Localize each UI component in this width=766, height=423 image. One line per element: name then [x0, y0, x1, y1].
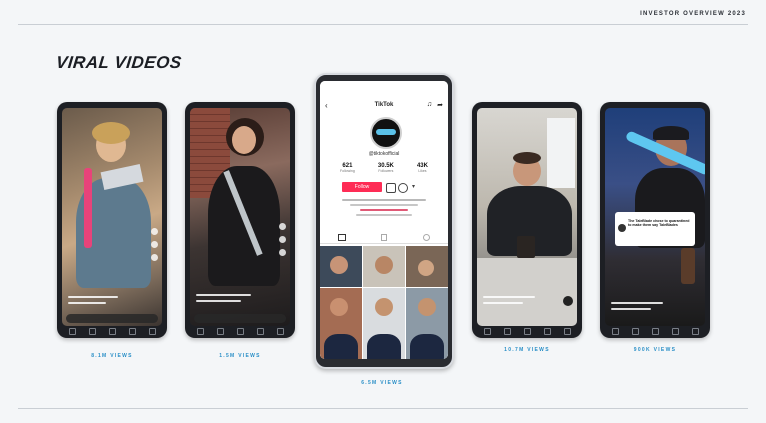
- caption-2: 1.5M VIEWS: [219, 353, 261, 359]
- comment-popup[interactable]: The TaleBlade chose to quarantined to ma…: [615, 212, 695, 246]
- heart-tab-icon[interactable]: [423, 233, 431, 241]
- slide: INVESTOR OVERVIEW 2023 VIRAL VIDEOS 8.1M…: [0, 0, 766, 423]
- lock-tab-icon[interactable]: [381, 233, 388, 241]
- caption-1: 8.1M VIEWS: [91, 353, 133, 359]
- side-actions: [279, 223, 287, 256]
- video-thumbnail-4: [477, 108, 577, 326]
- table: [477, 258, 577, 326]
- phone-video-1[interactable]: [57, 102, 167, 338]
- stat-label: Following: [340, 169, 355, 173]
- comment-bar: [66, 314, 158, 323]
- video-thumbnail-1: [62, 108, 162, 326]
- bottom-divider: [18, 408, 748, 409]
- nav-bar: [62, 327, 162, 336]
- caption-5: 900K VIEWS: [633, 347, 677, 353]
- avatar: [370, 117, 402, 149]
- grid-video[interactable]: [320, 288, 362, 359]
- caption-line: [483, 302, 523, 304]
- face: [232, 126, 256, 154]
- stat-likes[interactable]: 43K Likes: [417, 163, 428, 173]
- grid-video[interactable]: [320, 246, 362, 287]
- grid-video[interactable]: [363, 246, 405, 287]
- video-thumbnail-5: The TaleBlade chose to quarantined to ma…: [605, 108, 705, 326]
- bottle: [681, 248, 695, 284]
- profile-tabs: [320, 231, 448, 244]
- bio-line: [356, 214, 412, 216]
- bio-line: [360, 209, 408, 211]
- grid-video[interactable]: [406, 288, 448, 359]
- bell-icon[interactable]: ♫: [427, 101, 432, 108]
- caption-4: 10.7M VIEWS: [504, 347, 550, 353]
- caption-3: 6.5M VIEWS: [361, 380, 403, 386]
- profile-screen: ‹ TikTok ♫ ➦ @tiktokofficial 621 Followi…: [320, 81, 448, 359]
- caption-line: [196, 300, 241, 302]
- caption-line: [68, 302, 106, 304]
- stat-label: Followers: [378, 169, 394, 173]
- avatar-logo: [376, 129, 396, 135]
- stat-followers[interactable]: 30.5K Followers: [378, 163, 394, 173]
- video-grid: [320, 246, 448, 359]
- bio-line: [350, 204, 418, 206]
- hair: [513, 152, 541, 164]
- phone-video-2[interactable]: [185, 102, 295, 338]
- jar: [517, 236, 535, 258]
- follow-button[interactable]: Follow: [342, 182, 382, 192]
- popup-avatar: [618, 224, 626, 232]
- caption-line: [611, 308, 651, 310]
- nav-bar: [605, 327, 705, 336]
- caption-line: [68, 296, 118, 298]
- youtube-icon[interactable]: [398, 183, 408, 193]
- profile-handle: @tiktokofficial: [368, 151, 400, 157]
- stat-label: Likes: [418, 169, 427, 173]
- hair: [92, 122, 130, 144]
- cap: [653, 126, 689, 140]
- instagram-icon[interactable]: [386, 183, 396, 193]
- window: [547, 118, 575, 188]
- phone-video-5[interactable]: The TaleBlade chose to quarantined to ma…: [600, 102, 710, 338]
- caption-line: [196, 294, 251, 296]
- stat-following[interactable]: 621 Following: [340, 163, 355, 173]
- more-icon[interactable]: ▾: [412, 183, 415, 190]
- person-body: [208, 166, 280, 286]
- caption-line: [483, 296, 535, 298]
- caption-line: [611, 302, 663, 304]
- share-icon[interactable]: ➦: [437, 101, 443, 109]
- nav-bar: [190, 327, 290, 336]
- grid-video[interactable]: [363, 288, 405, 359]
- side-actions: [151, 228, 159, 261]
- profile-stats: 621 Following 30.5K Followers 43K Likes: [340, 163, 428, 173]
- grid-tab-icon[interactable]: [337, 233, 346, 241]
- music-disc-icon[interactable]: [563, 296, 573, 306]
- nav-bar: [477, 327, 577, 336]
- bio-line: [342, 199, 426, 201]
- product-bottle: [84, 168, 92, 248]
- phone-video-4[interactable]: [472, 102, 582, 338]
- comment-bar: [194, 314, 286, 323]
- slide-title: VIRAL VIDEOS: [55, 53, 183, 72]
- profile-header: ‹ TikTok ♫ ➦ @tiktokofficial 621 Followi…: [320, 81, 448, 246]
- top-divider: [18, 24, 748, 25]
- popup-caption: The TaleBlade chose to quarantined to ma…: [628, 219, 690, 228]
- grid-video[interactable]: [406, 246, 448, 287]
- video-thumbnail-2: [190, 108, 290, 326]
- phone-profile[interactable]: ‹ TikTok ♫ ➦ @tiktokofficial 621 Followi…: [314, 73, 454, 369]
- header-label: INVESTOR OVERVIEW 2023: [640, 11, 746, 17]
